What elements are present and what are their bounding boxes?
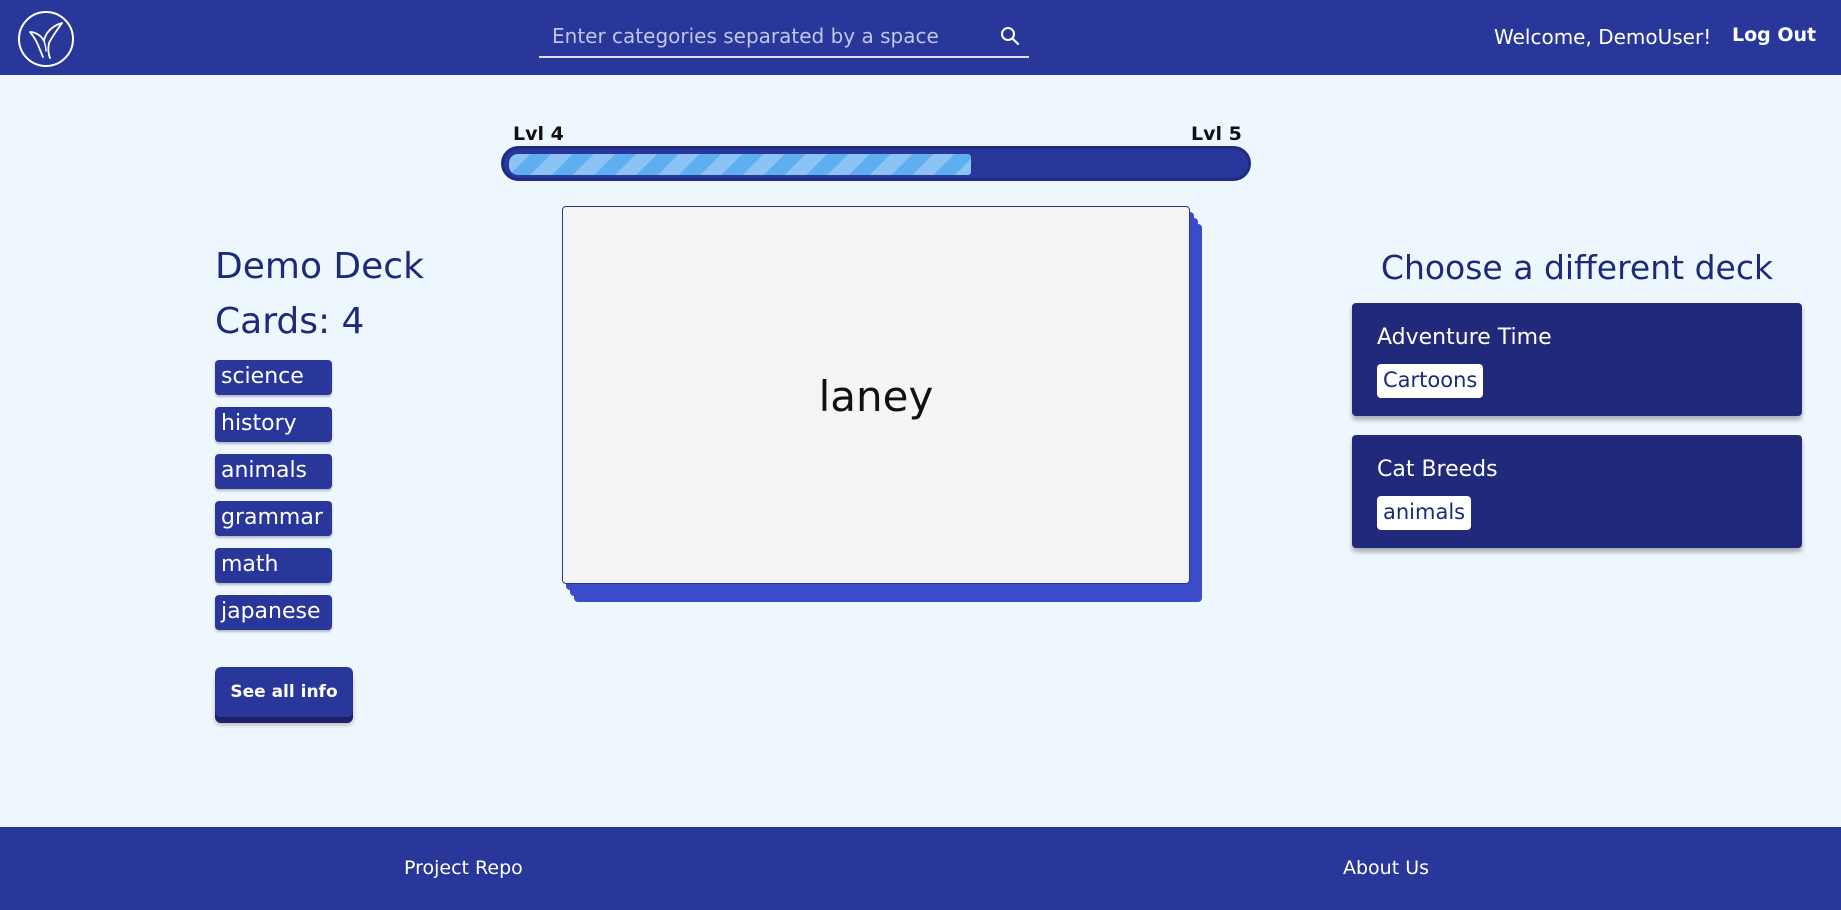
search-icon[interactable]	[999, 25, 1021, 47]
deck-title: Demo Deck	[215, 246, 424, 287]
deck-option-card[interactable]: Adventure Time Cartoons	[1352, 303, 1802, 416]
search-input[interactable]	[539, 16, 979, 56]
search-bar	[539, 16, 1029, 58]
category-tag[interactable]: math	[215, 548, 332, 583]
category-tag[interactable]: history	[215, 407, 332, 442]
choose-deck-heading: Choose a different deck	[1380, 248, 1774, 287]
deck-option-tag: animals	[1377, 496, 1472, 530]
logout-button[interactable]: Log Out	[1732, 24, 1816, 46]
category-tag[interactable]: animals	[215, 454, 332, 489]
flashcard[interactable]: laney	[562, 206, 1190, 584]
category-tag[interactable]: grammar	[215, 501, 332, 536]
category-tag[interactable]: japanese	[215, 595, 332, 630]
deck-option-title: Cat Breeds	[1377, 457, 1498, 482]
deck-option-card[interactable]: Cat Breeds animals	[1352, 435, 1802, 548]
deck-card-count: Cards: 4	[215, 301, 365, 342]
level-progress-bar	[501, 146, 1251, 181]
deck-option-tag: Cartoons	[1377, 364, 1484, 398]
next-level-label: Lvl 5	[1191, 123, 1242, 145]
project-repo-link[interactable]: Project Repo	[404, 857, 523, 879]
current-level-label: Lvl 4	[513, 123, 564, 145]
navbar: Welcome, DemoUser! Log Out	[0, 0, 1841, 75]
whale-tail-logo-icon[interactable]	[17, 10, 75, 68]
about-us-link[interactable]: About Us	[1343, 857, 1429, 879]
see-all-info-button[interactable]: See all info	[215, 667, 353, 717]
category-tag[interactable]: science	[215, 360, 332, 395]
footer: Project Repo About Us	[0, 827, 1841, 910]
flashcard-text: laney	[818, 372, 934, 421]
level-progress-fill	[509, 154, 971, 175]
welcome-message: Welcome, DemoUser!	[1494, 25, 1712, 49]
deck-option-title: Adventure Time	[1377, 325, 1552, 350]
